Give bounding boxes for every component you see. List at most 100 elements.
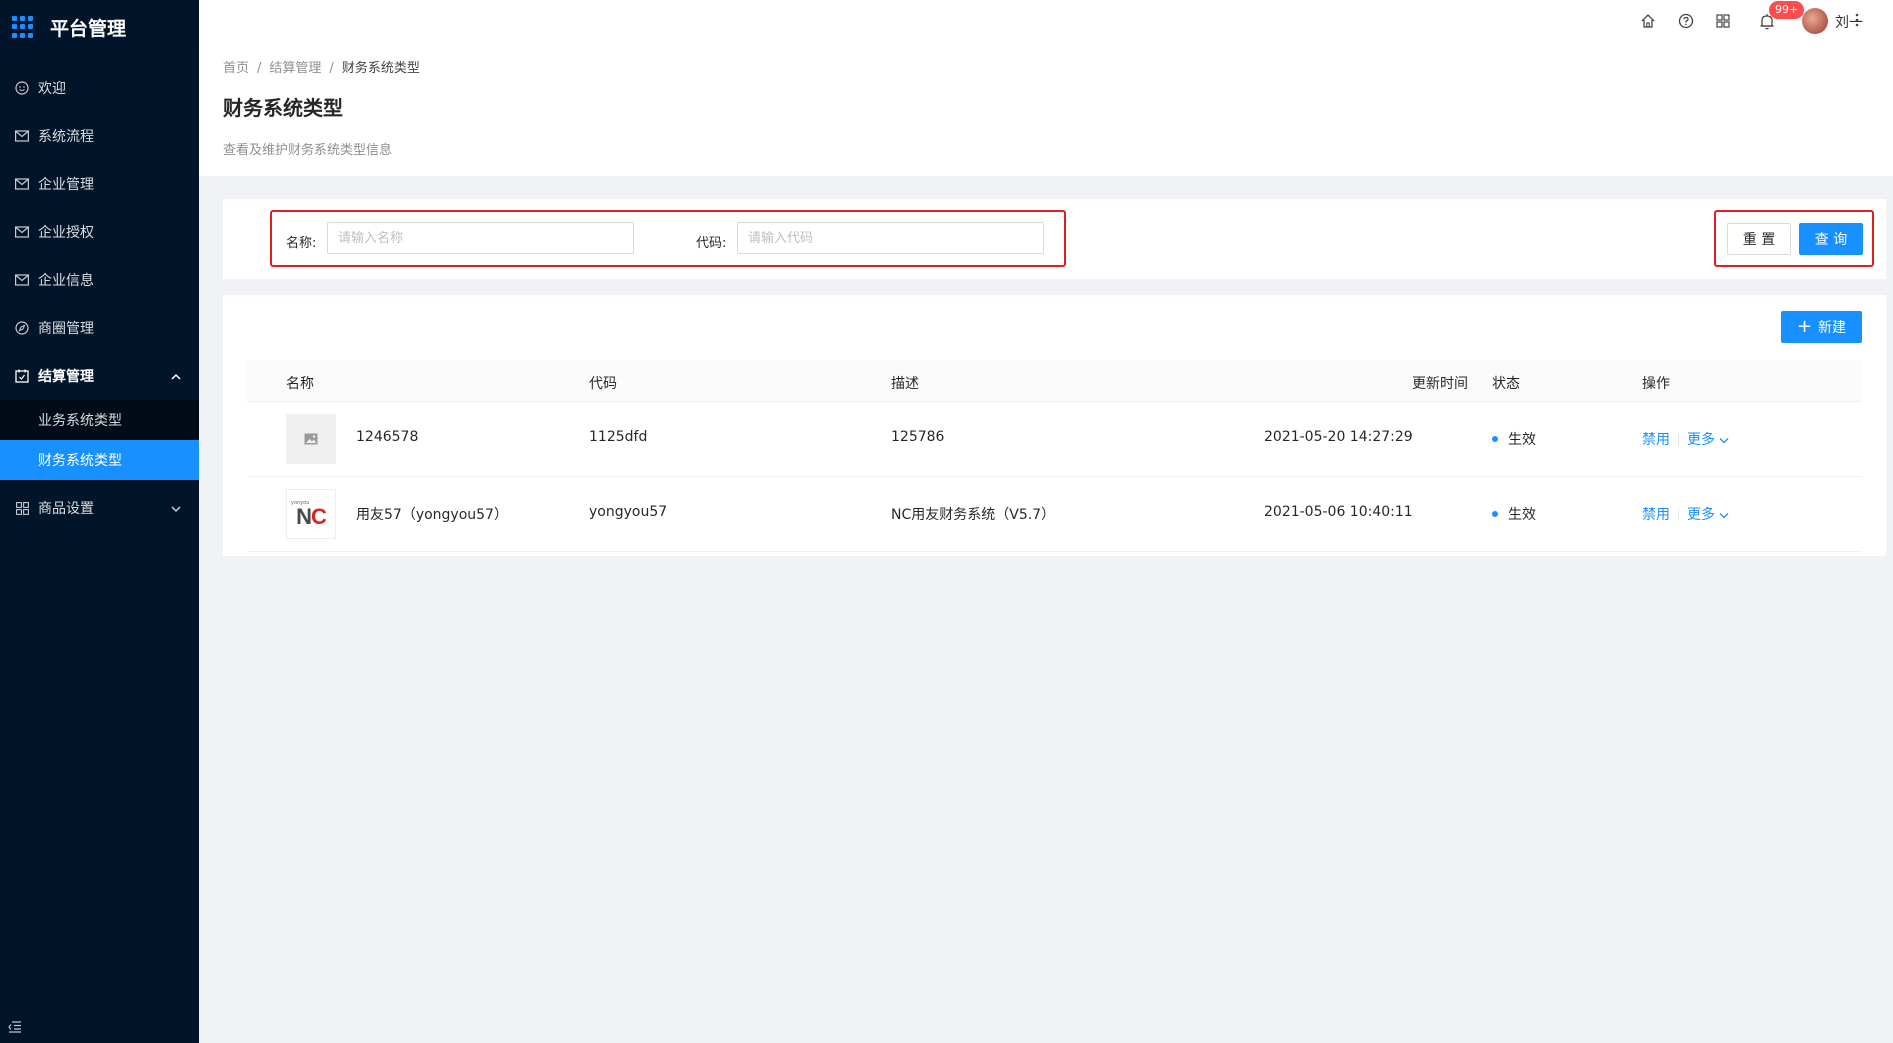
column-header-actions: 操作 — [1642, 376, 1670, 392]
cell-desc: NC用友财务系统（V5.7） — [891, 507, 1056, 523]
chevron-down-icon — [1719, 507, 1729, 523]
column-header-desc: 描述 — [891, 376, 919, 392]
menu-fold-icon[interactable] — [8, 1021, 22, 1037]
chevron-down-icon — [171, 501, 181, 517]
sidebar-item-label: 企业管理 — [38, 177, 94, 193]
code-field-label: 代码: — [696, 236, 727, 251]
sidebar-item-settlement[interactable]: 结算管理 — [0, 352, 199, 400]
breadcrumb-item-current: 财务系统类型 — [341, 61, 420, 76]
sidebar-item-enterprise-mgmt[interactable]: 企业管理 — [0, 160, 199, 208]
cell-actions: 禁用 更多 — [1642, 429, 1729, 449]
table-row: 1246578 1125dfd 125786 2021-05-20 14:27:… — [247, 402, 1862, 477]
sidebar-item-welcome[interactable]: 欢迎 — [0, 64, 199, 112]
sidebar-item-product-settings[interactable]: 商品设置 — [0, 484, 199, 532]
compass-icon — [14, 320, 30, 336]
cell-code: 1125dfd — [589, 429, 648, 445]
breadcrumb-item-home[interactable]: 首页 — [223, 61, 249, 76]
table-header: 名称 代码 描述 更新时间 状态 操作 — [247, 360, 1862, 402]
appstore-icon[interactable] — [1713, 11, 1733, 31]
query-button[interactable]: 查 询 — [1799, 223, 1863, 255]
cell-name: 1246578 — [356, 429, 419, 445]
status-text: 生效 — [1508, 507, 1536, 523]
divider — [1678, 434, 1679, 446]
mail-icon — [14, 224, 30, 240]
cell-desc: 125786 — [891, 429, 945, 445]
reset-button[interactable]: 重 置 — [1727, 223, 1791, 255]
name-search-input[interactable] — [327, 222, 634, 254]
cell-status: 生效 — [1492, 429, 1536, 449]
name-field-label: 名称: — [286, 236, 317, 251]
appstore-icon — [14, 500, 30, 516]
logo[interactable]: 平台管理 — [0, 0, 199, 54]
search-form: 名称: 代码: 重 置 查 询 — [223, 199, 1886, 279]
calendar-icon — [14, 368, 30, 384]
disable-link[interactable]: 禁用 — [1642, 507, 1670, 523]
page-description: 查看及维护财务系统类型信息 — [223, 143, 393, 158]
breadcrumb-item-settlement[interactable]: 结算管理 — [269, 61, 321, 76]
nc-logo: yonyou NC — [286, 489, 336, 539]
disable-link[interactable]: 禁用 — [1642, 432, 1670, 448]
plus-icon: + — [1796, 316, 1813, 337]
sidebar-item-label: 系统流程 — [38, 129, 94, 145]
column-header-name: 名称 — [286, 376, 314, 392]
more-vertical-icon[interactable] — [1855, 12, 1859, 32]
table-card: + 新建 名称 代码 描述 更新时间 状态 操作 1246578 1125dfd… — [223, 295, 1886, 556]
mail-icon — [14, 176, 30, 192]
sidebar-item-system-flow[interactable]: 系统流程 — [0, 112, 199, 160]
sidebar: 平台管理 欢迎 系统流程 企业管理 企业授权 企业信息 商圈管理 结算管理 业务… — [0, 0, 199, 1043]
cell-code: yongyou57 — [589, 504, 668, 520]
sidebar-item-enterprise-info[interactable]: 企业信息 — [0, 256, 199, 304]
breadcrumb-separator: / — [329, 61, 334, 76]
cell-status: 生效 — [1492, 504, 1536, 524]
sidebar-item-label: 结算管理 — [38, 369, 94, 385]
chevron-down-icon — [1719, 432, 1729, 448]
sidebar-item-label: 欢迎 — [38, 81, 66, 97]
sidebar-item-business-system-type[interactable]: 业务系统类型 — [0, 400, 199, 440]
home-icon[interactable] — [1638, 11, 1658, 31]
avatar[interactable] — [1802, 8, 1828, 34]
more-dropdown[interactable]: 更多 — [1687, 432, 1729, 448]
breadcrumb: 首页 / 结算管理 / 财务系统类型 — [223, 57, 420, 76]
sidebar-item-label: 企业授权 — [38, 225, 94, 241]
status-dot — [1492, 511, 1498, 517]
breadcrumb-separator: / — [257, 61, 262, 76]
chevron-up-icon — [171, 369, 181, 385]
divider — [1678, 509, 1679, 521]
more-label: 更多 — [1687, 432, 1715, 448]
status-dot — [1492, 436, 1498, 442]
cell-actions: 禁用 更多 — [1642, 504, 1729, 524]
sidebar-item-label: 企业信息 — [38, 273, 94, 289]
sidebar-item-label: 财务系统类型 — [38, 453, 122, 469]
cell-updated: 2021-05-20 14:27:29 — [1264, 429, 1413, 445]
sidebar-item-label: 业务系统类型 — [38, 413, 122, 429]
nc-logo-text: NC — [296, 503, 327, 529]
sidebar-item-label: 商品设置 — [38, 501, 94, 517]
app-title: 平台管理 — [50, 17, 127, 40]
logo-grid-icon — [12, 16, 34, 38]
more-dropdown[interactable]: 更多 — [1687, 507, 1729, 523]
table-row: yonyou NC 用友57（yongyou57） yongyou57 NC用友… — [247, 477, 1862, 552]
cell-updated: 2021-05-06 10:40:11 — [1264, 504, 1413, 520]
code-search-input[interactable] — [737, 222, 1044, 254]
smile-icon — [14, 80, 30, 96]
new-button-label: 新建 — [1818, 320, 1847, 336]
sidebar-item-enterprise-auth[interactable]: 企业授权 — [0, 208, 199, 256]
image-placeholder-icon — [286, 414, 336, 464]
bell-icon[interactable]: 99+ — [1757, 1, 1805, 31]
notification-badge: 99+ — [1769, 1, 1805, 19]
question-icon[interactable] — [1676, 11, 1696, 31]
mail-icon — [14, 272, 30, 288]
cell-name: 用友57（yongyou57） — [356, 507, 508, 523]
mail-icon — [14, 128, 30, 144]
sidebar-item-business-district[interactable]: 商圈管理 — [0, 304, 199, 352]
column-header-code: 代码 — [589, 376, 617, 392]
settlement-submenu: 业务系统类型 财务系统类型 — [0, 400, 199, 480]
top-header: 99+ 刘一 — [199, 0, 1893, 44]
page-header: 首页 / 结算管理 / 财务系统类型 财务系统类型 查看及维护财务系统类型信息 — [199, 44, 1893, 176]
status-text: 生效 — [1508, 432, 1536, 448]
sidebar-item-finance-system-type[interactable]: 财务系统类型 — [0, 440, 199, 480]
new-button[interactable]: + 新建 — [1781, 311, 1862, 343]
page-title: 财务系统类型 — [223, 96, 343, 120]
column-header-updated: 更新时间 — [1412, 376, 1468, 392]
sidebar-item-label: 商圈管理 — [38, 321, 94, 337]
